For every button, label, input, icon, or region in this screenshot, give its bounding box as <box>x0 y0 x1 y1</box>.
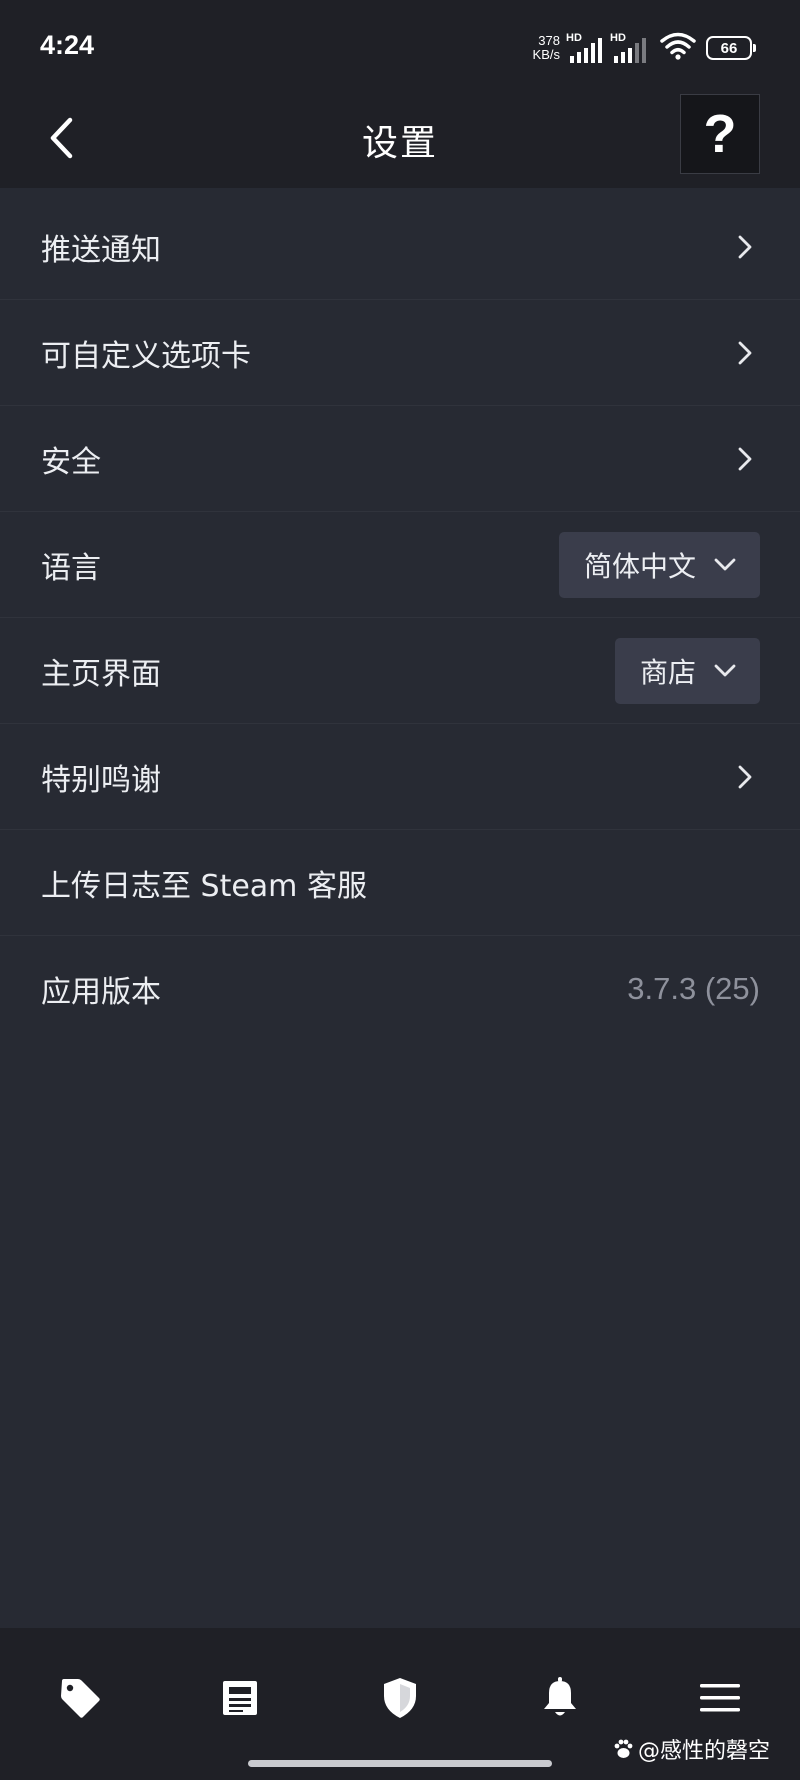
settings-screen: 4:24 378 KB/s HD HD 66 设置 ? 推送通知 可自定义选项卡… <box>0 0 800 1780</box>
home-indicator[interactable] <box>248 1760 552 1767</box>
battery-icon: 66 <box>706 36 756 60</box>
settings-row-home-page: 主页界面 商店 <box>0 618 800 724</box>
network-speed-value: 378 <box>538 33 560 48</box>
home-page-dropdown[interactable]: 商店 <box>614 637 760 704</box>
battery-level: 66 <box>720 39 738 57</box>
paw-icon <box>612 1738 634 1760</box>
chevron-right-icon <box>734 762 756 792</box>
settings-row-push-notifications[interactable]: 推送通知 <box>0 194 800 300</box>
chevron-right-icon <box>734 232 756 262</box>
network-speed-unit: KB/s <box>532 47 560 62</box>
settings-row-language: 语言 简体中文 <box>0 512 800 618</box>
settings-list: 推送通知 可自定义选项卡 安全 语言 简体中文 主页界面 商店 特别鸣谢 上传日… <box>0 194 800 1042</box>
language-value: 简体中文 <box>583 549 696 583</box>
menu-icon <box>700 1684 740 1712</box>
bell-icon <box>544 1677 576 1716</box>
status-icons: 378 KB/s HD HD 66 <box>533 30 756 66</box>
settings-row-app-version: 应用版本 3.7.3 (25) <box>0 936 800 1042</box>
status-bar: 4:24 378 KB/s HD HD 66 <box>0 0 800 90</box>
push-notifications-label: 推送通知 <box>41 232 161 268</box>
home-page-label: 主页界面 <box>41 656 161 692</box>
app-version-label: 应用版本 <box>41 975 161 1010</box>
custom-tabs-label: 可自定义选项卡 <box>41 338 251 374</box>
shield-icon <box>384 1678 416 1718</box>
nav-menu-button[interactable] <box>688 1666 752 1730</box>
security-label: 安全 <box>41 444 101 480</box>
nav-news-button[interactable] <box>208 1666 272 1730</box>
nav-store-button[interactable] <box>48 1666 112 1730</box>
settings-row-special-thanks[interactable]: 特别鸣谢 <box>0 724 800 830</box>
network-speed: 378 KB/s <box>533 34 560 62</box>
sim1-signal-icon: HD <box>566 32 606 64</box>
upload-logs-label: 上传日志至 Steam 客服 <box>41 868 367 904</box>
chevron-right-icon <box>734 338 756 368</box>
tag-icon <box>61 1679 100 1718</box>
status-time: 4:24 <box>40 30 95 60</box>
help-button[interactable]: ? <box>680 94 760 174</box>
wifi-icon <box>660 32 696 64</box>
watermark: @感性的磬空 <box>612 1733 770 1765</box>
chevron-right-icon <box>734 444 756 474</box>
news-icon <box>223 1681 257 1715</box>
settings-row-custom-tabs[interactable]: 可自定义选项卡 <box>0 300 800 406</box>
settings-row-security[interactable]: 安全 <box>0 406 800 512</box>
special-thanks-label: 特别鸣谢 <box>41 762 161 798</box>
language-label: 语言 <box>41 550 101 586</box>
settings-row-upload-logs[interactable]: 上传日志至 Steam 客服 <box>0 830 800 936</box>
watermark-text: @感性的磬空 <box>638 1739 771 1764</box>
home-page-value: 商店 <box>639 655 696 689</box>
chevron-down-icon <box>714 558 736 572</box>
chevron-down-icon <box>714 664 736 678</box>
language-dropdown[interactable]: 简体中文 <box>558 531 760 598</box>
header-bar: 设置 ? <box>0 90 800 188</box>
sim2-signal-icon: HD <box>610 32 650 64</box>
nav-notifications-button[interactable] <box>528 1666 592 1730</box>
app-version-value: 3.7.3 (25) <box>627 971 760 1006</box>
nav-guard-button[interactable] <box>368 1666 432 1730</box>
